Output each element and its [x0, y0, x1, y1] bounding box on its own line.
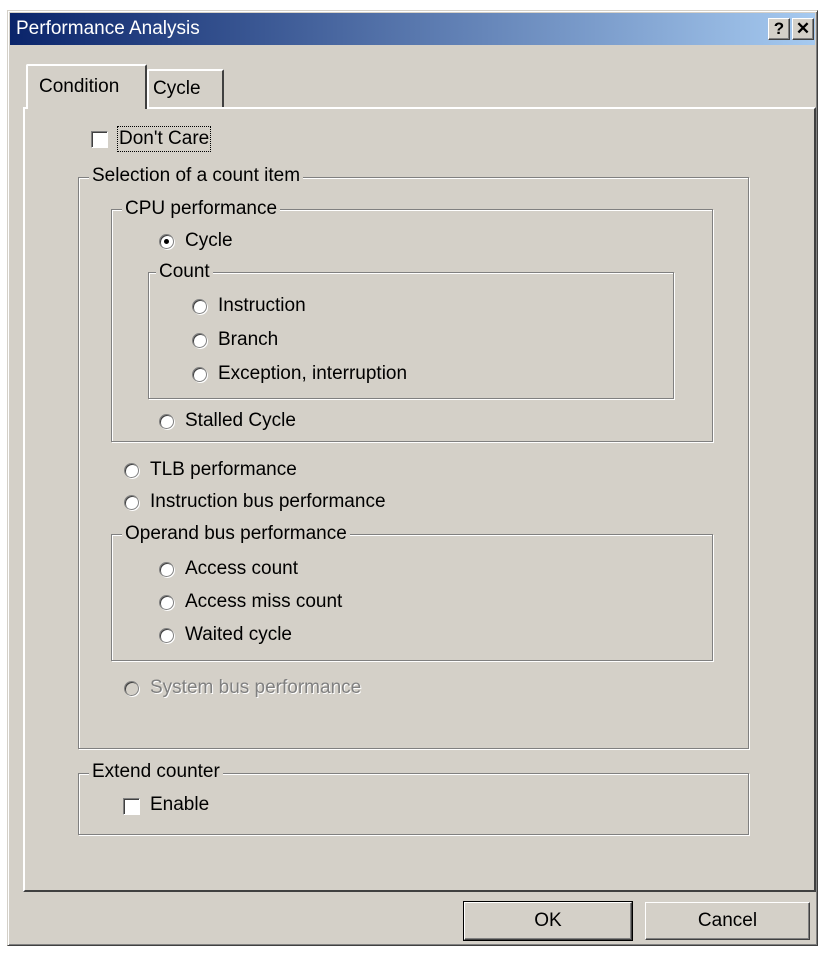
enable-checkbox[interactable]	[123, 798, 140, 815]
branch-radio[interactable]	[192, 333, 207, 348]
tab-condition[interactable]: Condition	[26, 64, 147, 109]
cycle-radio[interactable]	[159, 234, 174, 249]
tab-cycle[interactable]: Cycle	[147, 69, 224, 107]
selection-group-title: Selection of a count item	[89, 165, 304, 187]
operand-group-title: Operand bus performance	[122, 523, 350, 545]
waited-cycle-label[interactable]: Waited cycle	[185, 624, 292, 646]
tlb-radio[interactable]	[124, 463, 139, 478]
close-icon: ✕	[795, 19, 811, 38]
exception-label[interactable]: Exception, interruption	[218, 363, 407, 385]
close-button[interactable]: ✕	[792, 18, 814, 40]
extend-counter-title: Extend counter	[89, 761, 223, 783]
tab-condition-label: Condition	[39, 76, 120, 97]
stalled-cycle-label[interactable]: Stalled Cycle	[185, 410, 296, 432]
window-title: Performance Analysis	[16, 18, 200, 39]
system-bus-label: System bus performance	[150, 677, 362, 698]
title-bar[interactable]: Performance Analysis ? ✕	[10, 13, 815, 45]
access-miss-count-radio[interactable]	[159, 595, 174, 610]
count-group-title: Count	[156, 261, 213, 283]
instruction-bus-radio[interactable]	[124, 495, 139, 510]
ok-button[interactable]: OK	[463, 901, 633, 941]
tab-cycle-label: Cycle	[153, 78, 201, 99]
dialog-window: Performance Analysis ? ✕ Condition Cycle…	[7, 10, 818, 946]
tlb-label[interactable]: TLB performance	[150, 459, 297, 481]
dont-care-label[interactable]: Don't Care	[116, 126, 212, 152]
instruction-label[interactable]: Instruction	[218, 295, 306, 317]
help-button[interactable]: ?	[768, 18, 790, 40]
access-miss-count-label[interactable]: Access miss count	[185, 591, 342, 613]
enable-label[interactable]: Enable	[150, 794, 209, 816]
access-count-radio[interactable]	[159, 562, 174, 577]
waited-cycle-radio[interactable]	[159, 628, 174, 643]
branch-label[interactable]: Branch	[218, 329, 278, 351]
cycle-label[interactable]: Cycle	[185, 230, 233, 252]
cancel-button[interactable]: Cancel	[645, 902, 810, 940]
exception-radio[interactable]	[192, 367, 207, 382]
system-bus-radio	[124, 681, 139, 696]
cpu-group-title: CPU performance	[122, 198, 281, 220]
dont-care-checkbox[interactable]	[91, 131, 108, 148]
instruction-radio[interactable]	[192, 299, 207, 314]
stalled-cycle-radio[interactable]	[159, 414, 174, 429]
instruction-bus-label[interactable]: Instruction bus performance	[150, 491, 386, 513]
access-count-label[interactable]: Access count	[185, 558, 298, 580]
